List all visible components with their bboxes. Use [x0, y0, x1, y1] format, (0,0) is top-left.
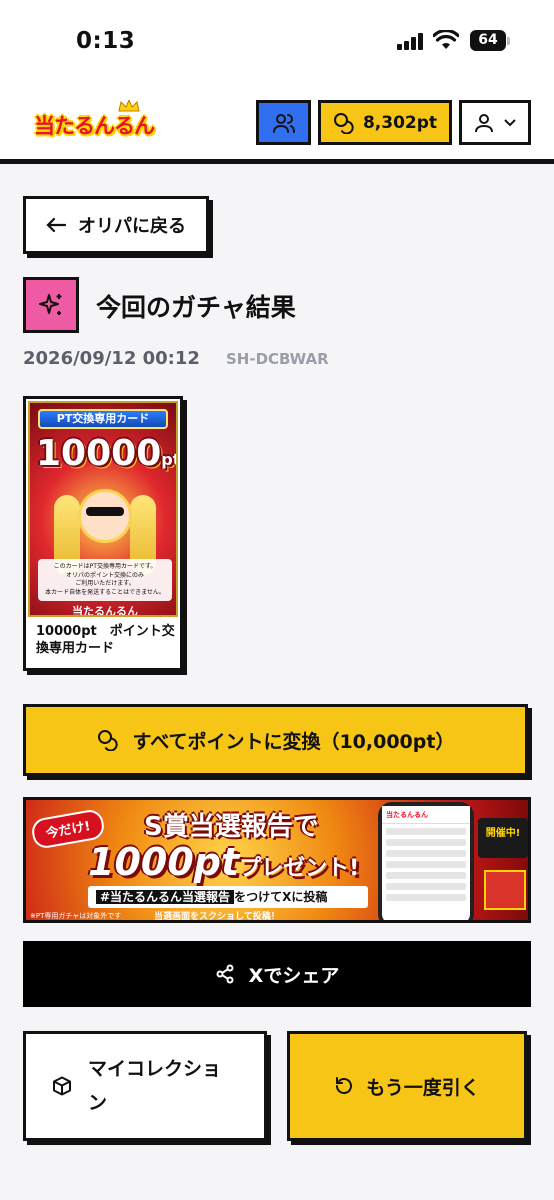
promo-hashtag: #当たるんるん当選報告 をつけてXに投稿 [88, 886, 368, 908]
arrow-left-icon [46, 217, 66, 233]
convert-button-label: すべてポイントに変換（10,000pt） [132, 730, 455, 753]
battery-tip [507, 37, 510, 45]
wifi-icon [433, 30, 459, 49]
app-header: 当たるんるん 8,302pt [0, 84, 554, 164]
promo-subtext: 当選画面をスクショして投稿！ [154, 912, 280, 922]
again-button-label: もう一度引く [366, 1076, 480, 1099]
box-icon [53, 1076, 71, 1096]
logo-text: 当たるんるん [34, 114, 155, 138]
users-icon [272, 113, 295, 133]
share-button-label: Xでシェア [248, 964, 340, 987]
card-banner: PT交換専用カード [38, 409, 168, 429]
points-balance: 8,302pt [362, 112, 438, 133]
promo-badge: 開催中! [478, 818, 528, 858]
back-button-label: オリパに戻る [78, 216, 186, 237]
chevron-down-icon [504, 118, 516, 126]
share-icon [216, 964, 234, 984]
points-balance-button[interactable]: 8,302pt [318, 100, 452, 145]
phone-mockup: 当たるんるん [378, 802, 474, 920]
my-collection-button[interactable]: マイコレクション [23, 1031, 267, 1141]
friends-button[interactable] [256, 100, 311, 145]
cellular-signal-icon [397, 33, 425, 50]
app-logo[interactable]: 当たるんるん [34, 100, 162, 144]
promo-banner[interactable]: 今だけ! S賞当選報告で 1000ptプレゼント! #当たるんるん当選報告 をつけ… [23, 797, 531, 923]
phone-title: 当たるんるん [382, 806, 470, 824]
sunglasses-icon [86, 507, 124, 516]
promo-note: ※PT専用ガチャは対象外です [30, 912, 122, 920]
status-bar: 0:13 64 [0, 0, 554, 84]
rotate-ccw-icon [336, 1077, 353, 1094]
share-on-x-button[interactable]: Xでシェア [23, 941, 531, 1007]
account-menu-button[interactable] [459, 100, 531, 145]
card-image: PT交換専用カード 10000pt このカードはPT交換専用カードです。 オリパ… [28, 401, 178, 617]
promo-headline: S賞当選報告で [144, 812, 319, 842]
crown-icon [118, 100, 140, 112]
result-card[interactable]: PT交換専用カード 10000pt このカードはPT交換専用カードです。 オリパ… [23, 396, 183, 671]
convert-all-points-button[interactable]: すべてポイントに変換（10,000pt） [23, 704, 528, 776]
back-to-oripa-button[interactable]: オリパに戻る [23, 196, 209, 254]
coins-icon [333, 112, 354, 134]
card-note: このカードはPT交換専用カードです。 オリパのポイント交換にのみ ご利用いただけ… [38, 559, 172, 601]
collection-button-label: マイコレクション [88, 1058, 222, 1114]
draw-again-button[interactable]: もう一度引く [287, 1031, 527, 1141]
result-code: SH-DCBWAR [226, 350, 329, 368]
result-date: 2026/09/12 00:12 [23, 348, 200, 369]
card-brand: 当たるんるん [72, 605, 138, 617]
coins-icon [97, 730, 118, 751]
card-amount: 10000pt [36, 433, 176, 474]
user-icon [475, 113, 493, 132]
promo-amount: 1000ptプレゼント! [88, 840, 360, 884]
status-time: 0:13 [76, 28, 136, 54]
gift-icon [484, 870, 526, 910]
sparkles-icon [23, 277, 79, 333]
page-title: 今回のガチャ結果 [96, 293, 296, 322]
card-name: 10000pt ポイント交換専用カード [36, 624, 175, 656]
card-character [78, 489, 132, 543]
battery-icon: 64 [470, 30, 506, 51]
